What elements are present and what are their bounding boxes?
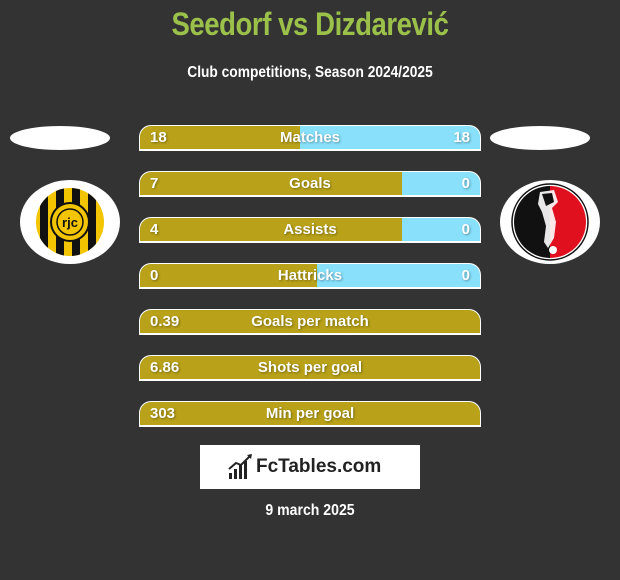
brand-name: FcTables.com (256, 456, 382, 477)
stat-label: Matches (279, 129, 341, 146)
fctables-brand-link[interactable]: FcTables.com (200, 445, 420, 489)
right-value: 0 (461, 221, 470, 238)
competition-subtitle: Club competitions, Season 2024/2025 (187, 64, 433, 81)
stat-label: Goals per match (251, 313, 369, 330)
stat-label: Goals (289, 175, 331, 192)
stat-label: Assists (283, 221, 337, 238)
page-title: Seedorf vs Dizdarević (171, 6, 449, 42)
roda-jc-logo-icon: rjc (36, 188, 104, 256)
left-club-logo[interactable]: rjc (20, 180, 120, 264)
stat-row-shots-per-goal: 6.86 Shots per goal (139, 355, 481, 381)
helmond-sport-logo-icon (511, 183, 589, 261)
bar-chart-logo-icon (228, 454, 252, 479)
stat-label: Min per goal (265, 405, 355, 422)
stat-row-goals: 7 Goals 0 (139, 171, 481, 197)
stat-row-assists: 4 Assists 0 (139, 217, 481, 243)
right-value: 0 (461, 267, 470, 284)
stat-label: Shots per goal (257, 359, 363, 376)
right-club-logo[interactable] (500, 180, 600, 264)
right-value: 18 (453, 129, 470, 146)
left-player-oval (10, 126, 110, 150)
right-player-oval (490, 126, 590, 150)
report-date: 9 march 2025 (265, 502, 355, 519)
stat-label: Hattricks (277, 267, 343, 284)
right-value: 0 (461, 175, 470, 192)
stat-row-hattricks: 0 Hattricks 0 (139, 263, 481, 289)
stat-row-min-per-goal: 303 Min per goal (139, 401, 481, 427)
stat-row-matches: 18 Matches 18 (139, 125, 481, 151)
stat-row-goals-per-match: 0.39 Goals per match (139, 309, 481, 335)
svg-text:rjc: rjc (62, 215, 78, 230)
